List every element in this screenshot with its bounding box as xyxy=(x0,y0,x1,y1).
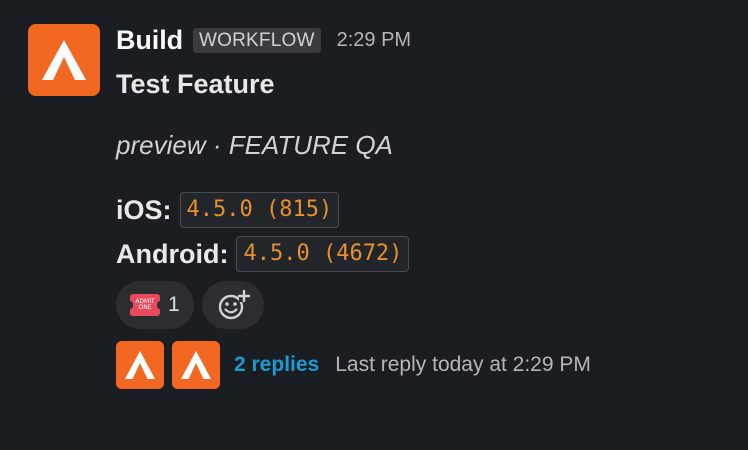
message: Build WORKFLOW 2:29 PM Test Feature prev… xyxy=(0,0,748,450)
build-logo-icon xyxy=(172,341,220,389)
build-logo-icon xyxy=(28,24,100,96)
android-version-code: 4.5.0 (4672) xyxy=(236,236,410,272)
replies-link[interactable]: 2 replies xyxy=(234,353,319,377)
ios-version-code: 4.5.0 (815) xyxy=(179,192,340,228)
build-logo-icon xyxy=(116,341,164,389)
ios-label: iOS: xyxy=(116,194,172,225)
reactions-bar: ADMIT ONE 1 xyxy=(116,280,736,330)
add-emoji-icon xyxy=(218,289,250,320)
reaction-count: 1 xyxy=(168,293,180,316)
add-reaction-button[interactable] xyxy=(201,281,264,329)
thread-summary[interactable]: 2 replies Last reply today at 2:29 PM xyxy=(116,340,736,390)
android-label: Android: xyxy=(116,238,229,269)
message-subtitle: preview · FEATURE QA xyxy=(116,130,393,160)
workflow-badge: WORKFLOW xyxy=(193,27,321,53)
ticket-text: ADMIT ONE xyxy=(135,298,155,311)
reply-avatar[interactable] xyxy=(116,341,164,389)
android-version-line: Android: 4.5.0 (4672) xyxy=(116,232,736,276)
message-content: Build WORKFLOW 2:29 PM Test Feature prev… xyxy=(116,22,736,390)
reply-avatar[interactable] xyxy=(172,341,220,389)
ios-version-line: iOS: 4.5.0 (815) xyxy=(116,188,736,232)
message-header: Build WORKFLOW 2:29 PM xyxy=(116,22,736,58)
sender-name[interactable]: Build xyxy=(116,25,183,56)
ticket-reaction[interactable]: ADMIT ONE 1 xyxy=(116,281,194,329)
sender-avatar[interactable] xyxy=(28,24,100,96)
last-reply-text: Last reply today at 2:29 PM xyxy=(335,353,591,376)
message-timestamp[interactable]: 2:29 PM xyxy=(337,29,411,52)
message-title: Test Feature xyxy=(116,69,275,99)
admit-one-ticket-icon: ADMIT ONE xyxy=(127,294,163,316)
